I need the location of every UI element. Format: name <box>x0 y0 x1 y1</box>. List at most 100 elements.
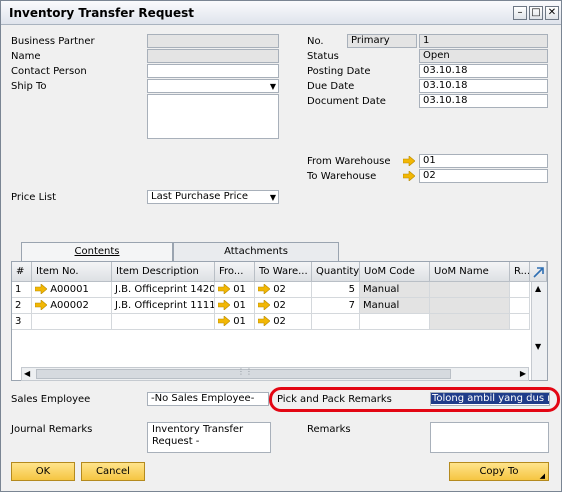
table-cell-item-no[interactable]: A00002 <box>32 298 112 314</box>
scroll-left-icon[interactable]: ◀ <box>24 369 30 378</box>
vertical-scrollbar[interactable]: ▲ ▼ <box>531 282 547 380</box>
table-cell-from[interactable]: 01 <box>215 298 255 314</box>
sales-employee-dropdown[interactable]: -No Sales Employee- <box>147 392 269 406</box>
from-value: 01 <box>233 300 246 311</box>
row-number[interactable]: 2 <box>12 298 32 314</box>
remarks-label: Remarks <box>307 424 351 435</box>
column-header-item-no[interactable]: Item No. <box>32 262 112 282</box>
remarks-field[interactable] <box>430 422 549 453</box>
column-header-r[interactable]: R... <box>510 262 530 282</box>
column-header-to-warehouse[interactable]: To Ware... <box>255 262 312 282</box>
link-arrow-icon[interactable] <box>403 171 415 181</box>
contact-person-field[interactable] <box>147 64 279 78</box>
ship-to-address-field[interactable] <box>147 94 279 139</box>
table-cell-uom-name[interactable] <box>430 282 510 298</box>
expand-columns-icon[interactable] <box>530 262 547 282</box>
table-cell-quantity[interactable]: 7 <box>312 298 360 314</box>
column-header-item-description[interactable]: Item Description <box>112 262 215 282</box>
price-list-dropdown[interactable]: Last Purchase Price ▼ <box>147 190 279 204</box>
table-cell-r[interactable] <box>510 282 530 298</box>
dropdown-arrow-icon: ◢ <box>539 472 545 480</box>
price-list-value: Last Purchase Price <box>151 191 248 202</box>
to-value: 02 <box>273 316 286 327</box>
table-cell-uom-name[interactable] <box>430 314 510 330</box>
column-header-uom-code[interactable]: UoM Code <box>360 262 430 282</box>
tab-contents[interactable]: Contents <box>21 242 173 263</box>
row-number[interactable]: 1 <box>12 282 32 298</box>
link-arrow-icon <box>217 283 231 295</box>
table-cell-description[interactable]: J.B. Officeprint 1420 <box>112 282 215 298</box>
from-warehouse-label: From Warehouse <box>307 156 391 167</box>
table-cell-to[interactable]: 02 <box>255 314 312 330</box>
from-warehouse-field[interactable]: 01 <box>419 154 548 168</box>
table-cell-item-no[interactable]: A00001 <box>32 282 112 298</box>
pick-pack-remarks-field[interactable]: Tolong ambil yang dus m <box>430 392 550 406</box>
table-cell-description[interactable]: J.B. Officeprint 1111 <box>112 298 215 314</box>
scroll-right-icon[interactable]: ▶ <box>520 369 526 378</box>
table-cell-uom-code[interactable]: Manual <box>360 282 430 298</box>
table-cell-uom-code[interactable] <box>360 314 430 330</box>
to-value: 02 <box>273 284 286 295</box>
table-cell-r[interactable] <box>510 314 530 330</box>
column-header-quantity[interactable]: Quantity <box>312 262 360 282</box>
series-dropdown[interactable]: Primary <box>347 34 417 48</box>
row-number[interactable]: 3 <box>12 314 32 330</box>
to-warehouse-label: To Warehouse <box>307 171 377 182</box>
scroll-up-icon[interactable]: ▲ <box>535 284 541 293</box>
name-label: Name <box>11 51 41 62</box>
link-arrow-icon <box>257 299 271 311</box>
price-list-label: Price List <box>11 192 57 203</box>
link-arrow-icon <box>217 299 231 311</box>
table-cell-from[interactable]: 01 <box>215 314 255 330</box>
document-date-field[interactable]: 03.10.18 <box>419 94 548 108</box>
table-cell-r[interactable] <box>510 298 530 314</box>
table-cell-to[interactable]: 02 <box>255 298 312 314</box>
scroll-down-icon[interactable]: ▼ <box>535 342 541 351</box>
contact-person-label: Contact Person <box>11 66 87 77</box>
column-header-number[interactable]: # <box>12 262 32 282</box>
tab-attachments[interactable]: Attachments <box>173 242 339 262</box>
no-label: No. <box>307 36 324 47</box>
document-date-label: Document Date <box>307 96 386 107</box>
scrollbar-thumb[interactable]: ⋮⋮ <box>36 367 451 379</box>
name-field[interactable] <box>147 49 279 63</box>
link-arrow-icon[interactable] <box>403 156 415 166</box>
sales-employee-label: Sales Employee <box>11 394 91 405</box>
copy-to-button[interactable]: Copy To ◢ <box>449 462 549 481</box>
close-icon[interactable]: ✕ <box>545 6 559 20</box>
journal-remarks-field[interactable]: Inventory Transfer Request - <box>147 422 271 453</box>
pick-pack-remarks-value: Tolong ambil yang dus m <box>431 393 549 404</box>
ship-to-label: Ship To <box>11 81 47 92</box>
due-date-label: Due Date <box>307 81 355 92</box>
horizontal-scrollbar[interactable]: ◀ ⋮⋮ ▶ <box>21 367 529 381</box>
table-cell-item-no[interactable] <box>32 314 112 330</box>
column-header-uom-name[interactable]: UoM Name <box>430 262 510 282</box>
cancel-button[interactable]: Cancel <box>81 462 145 481</box>
table-cell-to[interactable]: 02 <box>255 282 312 298</box>
due-date-field[interactable]: 03.10.18 <box>419 79 548 93</box>
item-no-value: A00001 <box>50 284 89 295</box>
posting-date-label: Posting Date <box>307 66 371 77</box>
title-bar[interactable]: Inventory Transfer Request – □ ✕ <box>1 1 561 25</box>
link-arrow-icon <box>34 299 48 311</box>
ship-to-dropdown[interactable]: ▼ <box>147 79 279 93</box>
table-cell-uom-code[interactable]: Manual <box>360 298 430 314</box>
to-warehouse-field[interactable]: 02 <box>419 169 548 183</box>
table-cell-quantity[interactable]: 5 <box>312 282 360 298</box>
chevron-down-icon: ▼ <box>269 82 276 91</box>
link-arrow-icon <box>257 315 271 327</box>
table-cell-description[interactable] <box>112 314 215 330</box>
business-partner-field[interactable] <box>147 34 279 48</box>
chevron-down-icon: ▼ <box>269 193 276 202</box>
table-cell-quantity[interactable] <box>312 314 360 330</box>
table-cell-uom-name[interactable] <box>430 298 510 314</box>
column-header-from-warehouse[interactable]: Fro... <box>215 262 255 282</box>
pick-pack-remarks-label: Pick and Pack Remarks <box>277 394 392 405</box>
maximize-icon[interactable]: □ <box>529 6 543 20</box>
minimize-icon[interactable]: – <box>513 6 527 20</box>
posting-date-field[interactable]: 03.10.18 <box>419 64 548 78</box>
ok-button[interactable]: OK <box>11 462 75 481</box>
copy-to-label: Copy To <box>479 466 519 477</box>
table-cell-from[interactable]: 01 <box>215 282 255 298</box>
from-value: 01 <box>233 284 246 295</box>
